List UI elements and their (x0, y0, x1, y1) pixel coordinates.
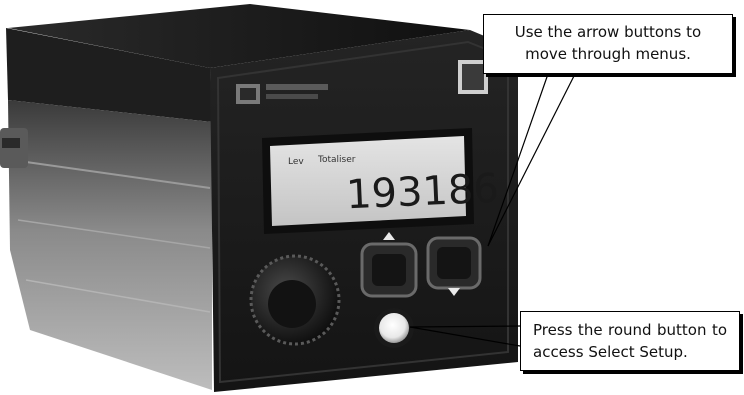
arrow-buttons-callout-text: Use the arrow buttons to move through me… (514, 23, 702, 63)
round-select-button[interactable] (374, 308, 414, 348)
lcd-label-right: Totaliser (317, 155, 356, 165)
rotary-knob[interactable] (249, 254, 341, 346)
round-button-callout-text: Press the round button to access Select … (533, 321, 727, 361)
arrow-buttons-callout: Use the arrow buttons to move through me… (483, 14, 733, 74)
housing-side (8, 100, 212, 390)
lcd-reading: 193186 (345, 166, 500, 219)
lcd-label-left: Lev (288, 157, 304, 167)
down-arrow-button[interactable] (426, 236, 482, 296)
round-button-callout: Press the round button to access Select … (520, 311, 740, 371)
